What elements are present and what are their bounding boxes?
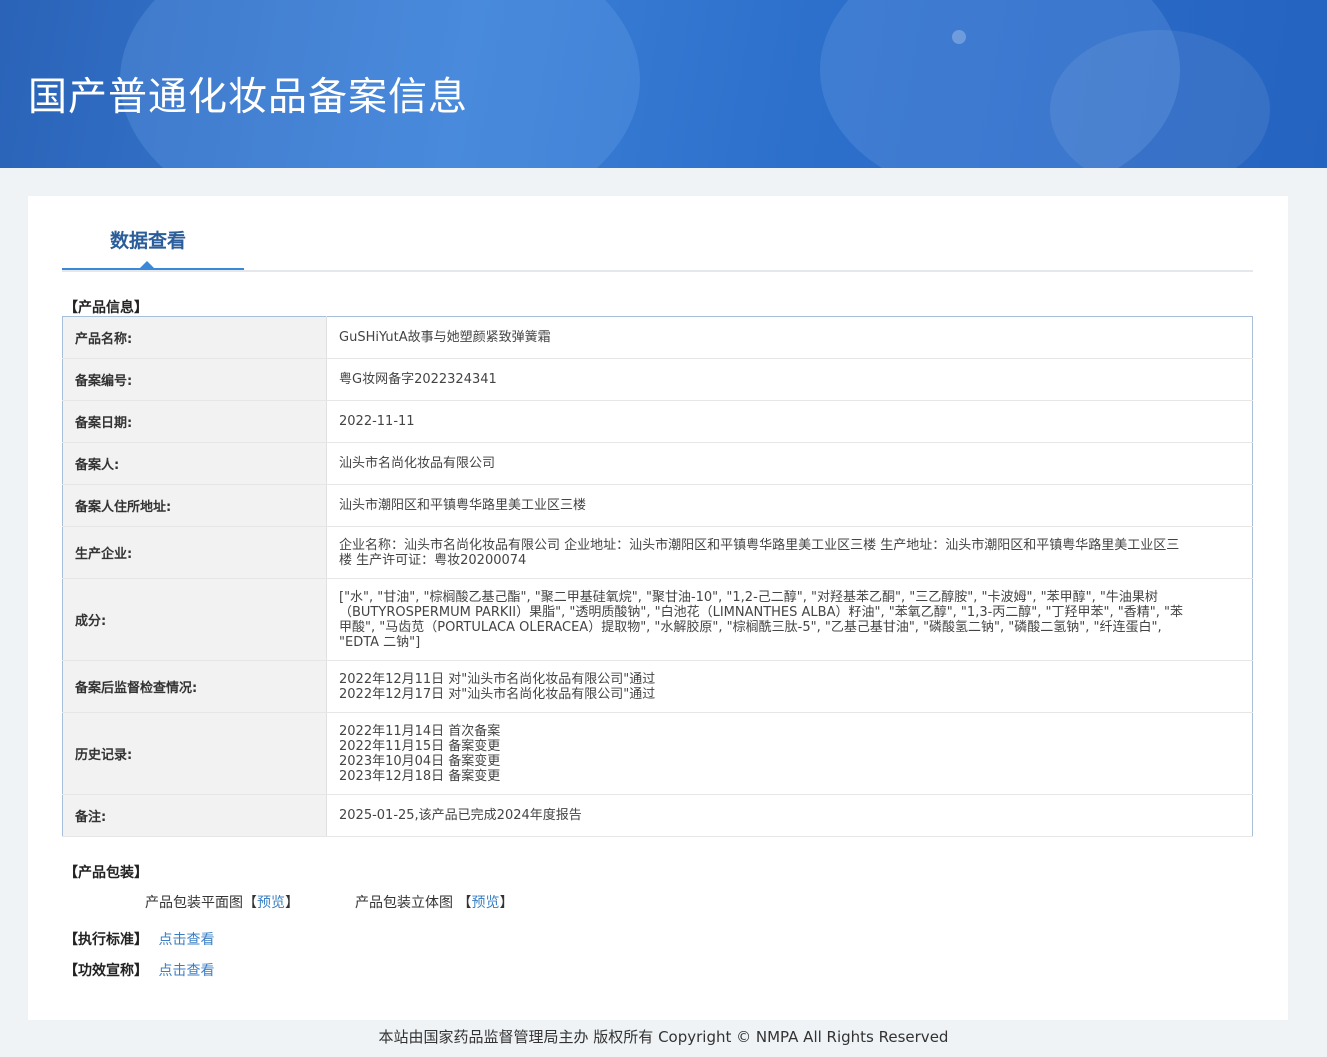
packaging-section-label: 【产品包装】 bbox=[64, 865, 148, 881]
bracket: 【 bbox=[457, 895, 472, 911]
tab-bar: 数据查看 bbox=[62, 196, 1253, 272]
info-row-key: 备案人住所地址: bbox=[62, 484, 327, 527]
info-row-value: ["水", "甘油", "棕榈酸乙基己酯", "聚二甲基硅氧烷", "聚甘油-1… bbox=[326, 578, 1253, 661]
info-row-value-line: 2023年12月18日 备案变更 bbox=[339, 768, 501, 784]
info-row-value: 2025-01-25,该产品已完成2024年度报告 bbox=[326, 794, 1253, 837]
content-card: 数据查看 【产品信息】 产品名称: GuSHiYutA故事与她塑颜紧致弹簧霜 备案编… bbox=[28, 196, 1288, 1020]
header-banner: 国产普通化妆品备案信息 bbox=[0, 0, 1327, 168]
info-row: 生产企业: 企业名称：汕头市名尚化妆品有限公司 企业地址：汕头市潮阳区和平镇粤华路… bbox=[62, 526, 1253, 579]
packaging-flat-label: 产品包装平面图 bbox=[145, 895, 243, 911]
bracket: 【 bbox=[243, 895, 257, 911]
info-row-key: 备注: bbox=[62, 794, 327, 837]
packaging-flat-row: 产品包装平面图【预览】 bbox=[145, 892, 299, 912]
info-row-key: 备案人: bbox=[62, 442, 327, 485]
standard-row: 【执行标准】 点击查看 bbox=[64, 929, 214, 949]
info-row-key: 产品名称: bbox=[62, 316, 327, 359]
info-row: 产品名称: GuSHiYutA故事与她塑颜紧致弹簧霜 bbox=[62, 316, 1253, 359]
info-row-value: 2022年11月14日 首次备案 2022年11月15日 备案变更 2023年10月… bbox=[326, 712, 1253, 795]
bracket: 】 bbox=[285, 895, 299, 911]
efficacy-section-label: 【功效宣称】 bbox=[64, 963, 148, 979]
info-row-value-line: 2023年10月04日 备案变更 bbox=[339, 753, 501, 769]
banner-decoration bbox=[952, 30, 966, 44]
info-row-value-line: 2022年12月11日 对"汕头市名尚化妆品有限公司"通过 bbox=[339, 671, 656, 687]
product-info-table: 产品名称: GuSHiYutA故事与她塑颜紧致弹簧霜 备案编号: 粤G妆网备字2022… bbox=[62, 316, 1253, 837]
packaging-stereo-row: 产品包装立体图 【预览】 bbox=[355, 892, 513, 912]
info-row-value: 2022年12月11日 对"汕头市名尚化妆品有限公司"通过 2022年12月17日… bbox=[326, 660, 1253, 713]
info-row: 备注: 2025-01-25,该产品已完成2024年度报告 bbox=[62, 794, 1253, 837]
info-row: 备案人住所地址: 汕头市潮阳区和平镇粤华路里美工业区三楼 bbox=[62, 484, 1253, 527]
packaging-stereo-preview-link[interactable]: 预览 bbox=[471, 895, 499, 911]
page-title: 国产普通化妆品备案信息 bbox=[28, 75, 469, 120]
info-row-value: 企业名称：汕头市名尚化妆品有限公司 企业地址：汕头市潮阳区和平镇粤华路里美工业区… bbox=[326, 526, 1253, 579]
info-row-key: 生产企业: bbox=[62, 526, 327, 579]
standard-view-link[interactable]: 点击查看 bbox=[158, 932, 214, 948]
info-row-key: 备案后监督检查情况: bbox=[62, 660, 327, 713]
tab-data-view[interactable]: 数据查看 bbox=[62, 196, 244, 270]
efficacy-row: 【功效宣称】 点击查看 bbox=[64, 960, 214, 980]
info-row-key: 备案日期: bbox=[62, 400, 327, 443]
info-row: 备案编号: 粤G妆网备字2022324341 bbox=[62, 358, 1253, 401]
info-row-key: 成分: bbox=[62, 578, 327, 661]
info-row-value: 汕头市潮阳区和平镇粤华路里美工业区三楼 bbox=[326, 484, 1253, 527]
info-row-key: 历史记录: bbox=[62, 712, 327, 795]
packaging-flat-preview-link[interactable]: 预览 bbox=[257, 895, 285, 911]
bracket: 】 bbox=[499, 895, 514, 911]
info-row-value-line: 2022年11月15日 备案变更 bbox=[339, 738, 501, 754]
info-row: 备案日期: 2022-11-11 bbox=[62, 400, 1253, 443]
info-row: 备案人: 汕头市名尚化妆品有限公司 bbox=[62, 442, 1253, 485]
info-row: 历史记录: 2022年11月14日 首次备案 2022年11月15日 备案变更 202… bbox=[62, 712, 1253, 795]
info-row-value-line: 2022年11月14日 首次备案 bbox=[339, 723, 501, 739]
product-info-section-label: 【产品信息】 bbox=[64, 300, 148, 316]
info-row-value: 汕头市名尚化妆品有限公司 bbox=[326, 442, 1253, 485]
tab-active-caret-icon bbox=[140, 261, 154, 268]
packaging-stereo-label: 产品包装立体图 bbox=[355, 895, 453, 911]
info-row-value: GuSHiYutA故事与她塑颜紧致弹簧霜 bbox=[326, 316, 1253, 359]
efficacy-view-link[interactable]: 点击查看 bbox=[158, 963, 214, 979]
tab-label: 数据查看 bbox=[110, 230, 187, 252]
standard-section-label: 【执行标准】 bbox=[64, 932, 148, 948]
footer-copyright: 本站由国家药品监督管理局主办 版权所有 Copyright © NMPA All… bbox=[378, 1028, 949, 1046]
info-row: 备案后监督检查情况: 2022年12月11日 对"汕头市名尚化妆品有限公司"通过 2… bbox=[62, 660, 1253, 713]
info-row-key: 备案编号: bbox=[62, 358, 327, 401]
info-row-value-line: 2022年12月17日 对"汕头市名尚化妆品有限公司"通过 bbox=[339, 686, 656, 702]
info-row: 成分: ["水", "甘油", "棕榈酸乙基己酯", "聚二甲基硅氧烷", "聚甘… bbox=[62, 578, 1253, 661]
info-row-value: 2022-11-11 bbox=[326, 400, 1253, 443]
info-row-value: 粤G妆网备字2022324341 bbox=[326, 358, 1253, 401]
